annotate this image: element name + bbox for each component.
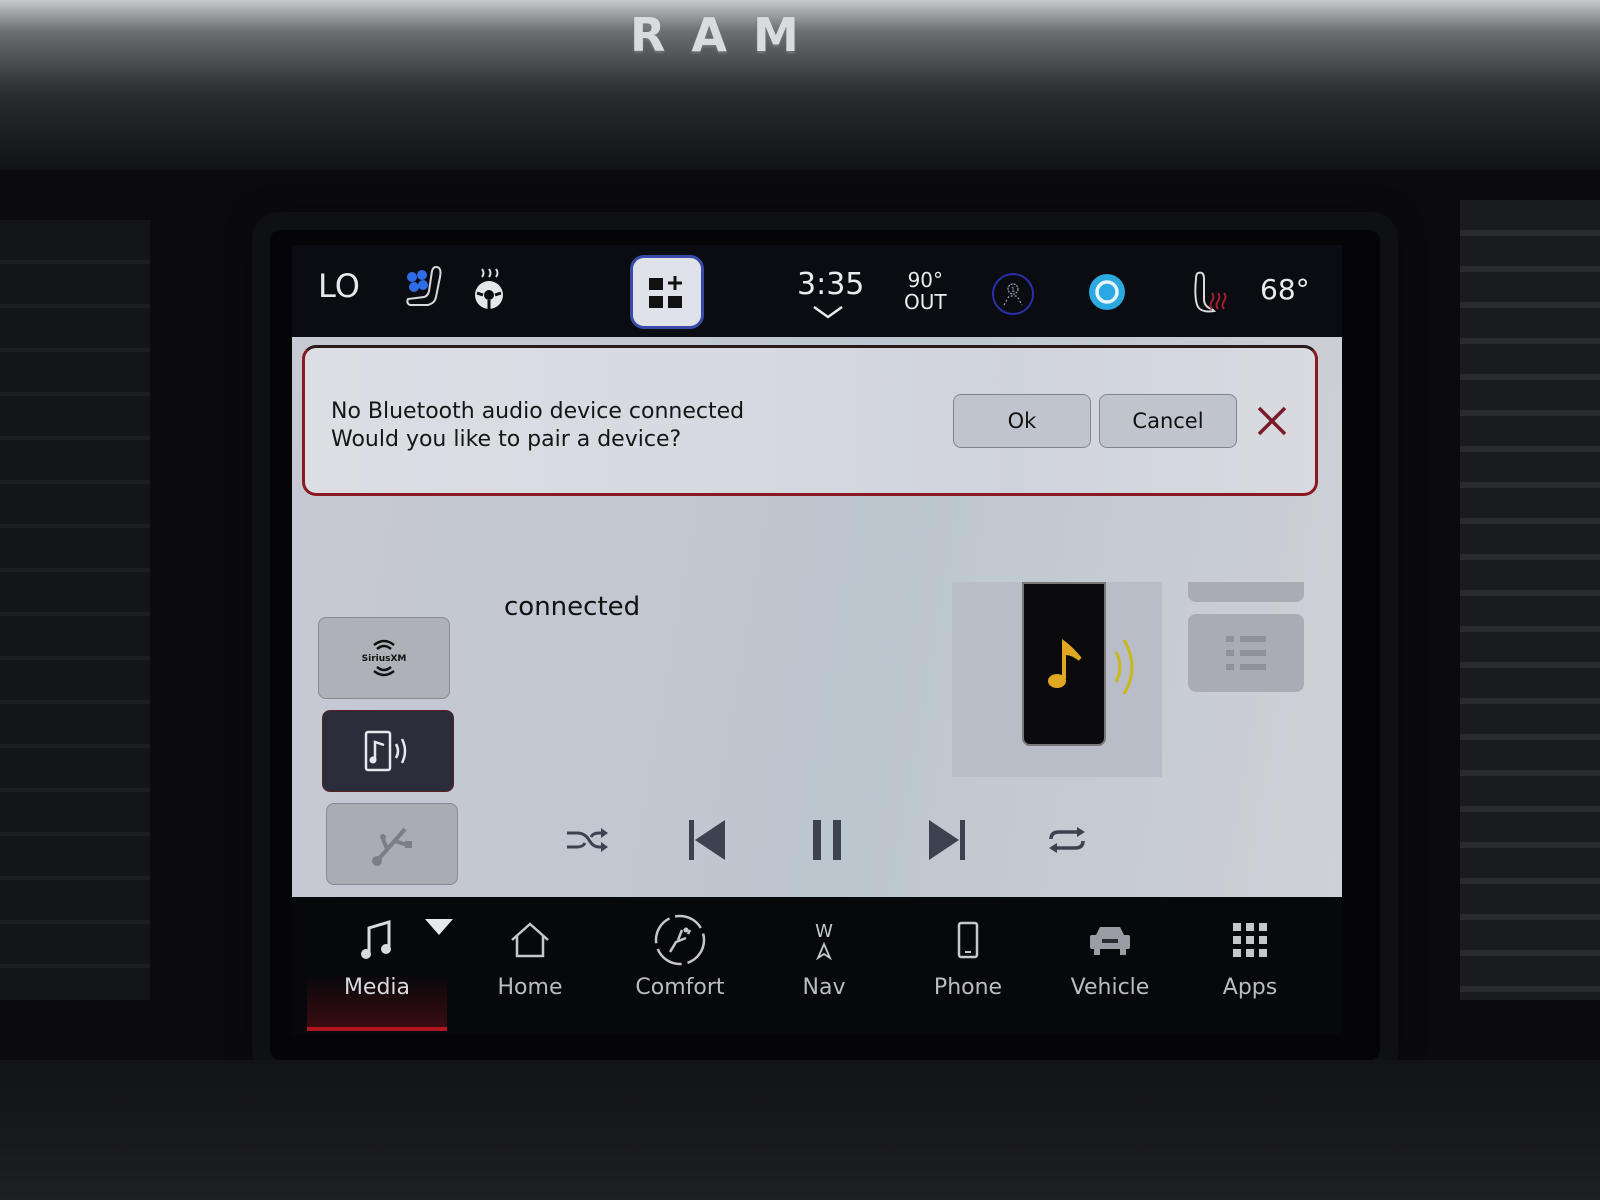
nav-phone[interactable]: Phone — [898, 897, 1038, 1027]
infotainment-screen: LO 3:35 90° OUT 1 68° SiriusXM connected… — [292, 245, 1342, 1035]
nav-media[interactable]: Media — [307, 897, 453, 1031]
dashboard-bottom — [0, 1060, 1600, 1200]
browse-button-hidden[interactable] — [1188, 582, 1304, 602]
media-content-area: SiriusXM connected No Bluetooth audio de… — [292, 337, 1342, 897]
phone-icon — [957, 921, 979, 959]
nav-apps[interactable]: Apps — [1180, 897, 1320, 1027]
fan-level[interactable]: LO — [318, 267, 360, 305]
left-air-vent — [0, 220, 150, 1000]
source-usb-button[interactable] — [326, 803, 458, 885]
add-widget-button[interactable] — [630, 255, 704, 329]
nav-vehicle-label: Vehicle — [1070, 975, 1150, 1000]
apps-grid-icon — [1233, 923, 1267, 957]
right-air-vent — [1460, 200, 1600, 1000]
alexa-icon[interactable] — [1088, 273, 1126, 311]
dialog-message-line1: No Bluetooth audio device connected — [331, 399, 745, 424]
navigation-arrow-icon — [816, 941, 832, 960]
compass-heading: W — [815, 920, 833, 942]
media-dropdown-icon[interactable] — [425, 919, 453, 935]
svg-text:SiriusXM: SiriusXM — [362, 654, 407, 664]
comfort-seat-icon — [654, 914, 706, 966]
source-siriusxm-button[interactable]: SiriusXM — [318, 617, 450, 699]
previous-icon — [689, 820, 725, 860]
nav-navigation[interactable]: W Nav — [754, 897, 894, 1027]
driver-profile-icon[interactable]: 1 — [992, 273, 1034, 315]
siriusxm-icon: SiriusXM — [362, 639, 407, 677]
brand-logo: RAM — [630, 8, 825, 62]
shuffle-icon — [567, 828, 608, 852]
nav-media-label: Media — [343, 975, 411, 1000]
cancel-button[interactable]: Cancel — [1099, 394, 1237, 448]
music-note-icon — [361, 919, 391, 959]
ok-button[interactable]: Ok — [953, 394, 1091, 448]
album-art — [952, 582, 1162, 777]
music-note-icon — [1048, 638, 1082, 688]
dashboard-top: RAM — [0, 0, 1600, 170]
usb-icon — [372, 827, 412, 866]
bluetooth-pairing-dialog: No Bluetooth audio device connected Woul… — [302, 345, 1318, 496]
bottom-navigation: Media Home Comfort W Nav Phone Vehicle A… — [292, 897, 1342, 1035]
shuffle-button[interactable] — [562, 815, 612, 865]
svg-text:1: 1 — [1011, 286, 1015, 294]
dialog-message: No Bluetooth audio device connected Woul… — [331, 398, 744, 454]
add-widget-icon — [649, 276, 682, 308]
nav-comfort[interactable]: Comfort — [610, 897, 750, 1027]
set-temperature[interactable]: 68° — [1260, 273, 1310, 306]
connection-status-text: connected — [504, 592, 641, 622]
seat-ventilation-icon[interactable] — [402, 263, 452, 313]
repeat-icon — [1049, 827, 1085, 853]
close-icon[interactable] — [1255, 404, 1289, 438]
status-bar: LO 3:35 90° OUT 1 68° — [292, 245, 1342, 337]
nav-apps-label: Apps — [1222, 975, 1278, 1000]
home-icon — [511, 922, 549, 958]
next-icon — [929, 820, 965, 860]
source-bluetooth-button[interactable] — [322, 710, 454, 792]
outside-temperature: 90° OUT — [904, 269, 947, 313]
outside-temp-value: 90° — [907, 268, 944, 292]
nav-navigation-label: Nav — [802, 975, 846, 1000]
phone-art-icon — [1022, 582, 1106, 746]
pause-button[interactable] — [802, 815, 852, 865]
playback-controls — [552, 815, 1112, 875]
nav-comfort-label: Comfort — [635, 975, 725, 1000]
nav-vehicle[interactable]: Vehicle — [1040, 897, 1180, 1027]
truck-icon — [1090, 927, 1130, 955]
previous-track-button[interactable] — [682, 815, 732, 865]
list-view-button[interactable] — [1188, 614, 1304, 692]
nav-phone-label: Phone — [933, 975, 1003, 1000]
sound-waves-icon — [1114, 639, 1134, 695]
bluetooth-audio-icon — [364, 730, 407, 772]
heated-seat-icon[interactable] — [1192, 269, 1232, 315]
list-icon — [1226, 636, 1266, 670]
outside-temp-label: OUT — [904, 290, 947, 314]
nav-home[interactable]: Home — [460, 897, 600, 1027]
repeat-button[interactable] — [1042, 815, 1092, 865]
chevron-down-icon[interactable] — [812, 305, 844, 319]
next-track-button[interactable] — [922, 815, 972, 865]
heated-steering-wheel-icon[interactable] — [467, 267, 511, 311]
nav-home-label: Home — [497, 975, 563, 1000]
dialog-message-line2: Would you like to pair a device? — [331, 427, 682, 452]
pause-icon — [813, 820, 841, 860]
clock[interactable]: 3:35 — [797, 267, 864, 302]
